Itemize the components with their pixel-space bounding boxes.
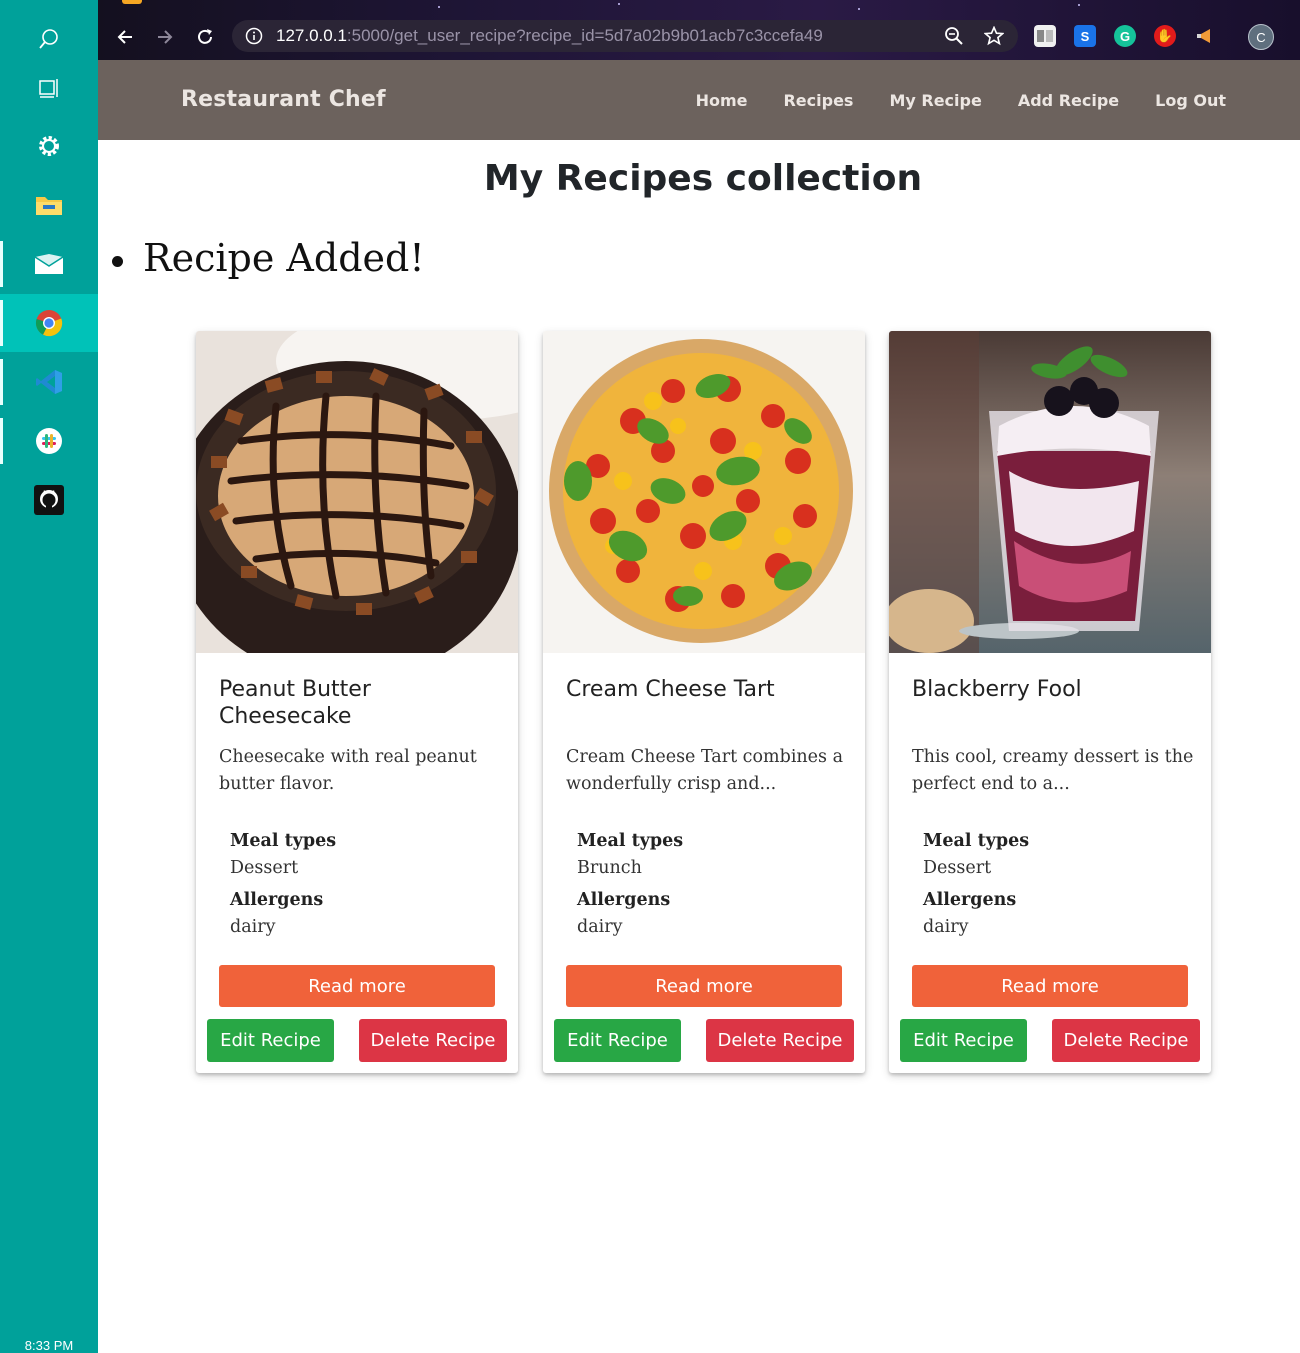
browser-toolbar: 127.0.0.1:5000/get_user_recipe?recipe_id… (98, 14, 1300, 60)
running-indicator (0, 359, 3, 405)
megaphone-icon[interactable] (1194, 25, 1216, 47)
flash-message-text: Recipe Added! (143, 236, 425, 280)
running-indicator (0, 241, 3, 287)
meal-type-value: Dessert (923, 858, 992, 878)
slack-icon[interactable] (0, 412, 98, 470)
reading-list-icon[interactable] (1034, 25, 1056, 47)
recipe-description: Cream Cheese Tart combines a wonderfully… (566, 747, 844, 794)
zoom-icon[interactable] (944, 26, 964, 46)
recipe-description: Cheesecake with real peanut butter flavo… (219, 747, 477, 794)
recipe-description: This cool, creamy dessert is the perfect… (912, 747, 1194, 794)
bullet-dot (112, 255, 123, 267)
running-indicator (0, 300, 3, 346)
meal-type-value: Dessert (230, 858, 299, 878)
nav-links: Home Recipes My Recipe Add Recipe Log Ou… (660, 91, 1226, 110)
site-info-icon[interactable] (244, 26, 264, 46)
meal-types-label: Meal types (230, 831, 337, 851)
meal-type-value: Brunch (577, 858, 642, 878)
os-taskbar: 8:33 PM (0, 0, 98, 1353)
settings-gear-icon[interactable] (0, 117, 98, 175)
nav-home[interactable]: Home (696, 91, 748, 110)
allergens-value: dairy (230, 917, 276, 937)
profile-avatar[interactable]: C (1248, 24, 1274, 50)
meal-types-label: Meal types (577, 831, 684, 851)
url-path: :5000/get_user_recipe?recipe_id=5d7a02b9… (346, 26, 823, 45)
read-more-button[interactable]: Read more (566, 965, 842, 1007)
tab-strip (98, 0, 1300, 14)
system-clock: 8:33 PM (24, 1338, 74, 1353)
allergens-value: dairy (577, 917, 623, 937)
forward-arrow-icon[interactable] (150, 22, 180, 52)
recipe-card: Blackberry Fool This cool, creamy desser… (889, 331, 1211, 1073)
recipe-title: Blackberry Fool (912, 677, 1082, 702)
read-more-button[interactable]: Read more (219, 965, 495, 1007)
allergens-label: Allergens (923, 890, 1017, 910)
meal-types-label: Meal types (923, 831, 1030, 851)
brand-logo[interactable]: Restaurant Chef (181, 87, 386, 112)
delete-recipe-button[interactable]: Delete Recipe (1052, 1019, 1200, 1062)
blackberry-fool-photo (889, 331, 1211, 653)
delete-recipe-button[interactable]: Delete Recipe (359, 1019, 507, 1062)
nav-my-recipe[interactable]: My Recipe (889, 91, 981, 110)
site-navbar: Restaurant Chef Home Recipes My Recipe A… (98, 60, 1300, 140)
tab-favicon[interactable] (122, 0, 142, 4)
task-view-icon[interactable] (0, 59, 98, 117)
address-bar[interactable]: 127.0.0.1:5000/get_user_recipe?recipe_id… (232, 20, 1018, 52)
allergens-label: Allergens (230, 890, 324, 910)
flash-message: Recipe Added! (112, 236, 425, 280)
nav-recipes[interactable]: Recipes (783, 91, 853, 110)
adblock-hand-icon[interactable]: ✋ (1154, 25, 1176, 47)
back-arrow-icon[interactable] (110, 22, 140, 52)
recipe-card: Cream Cheese Tart Cream Cheese Tart comb… (543, 331, 865, 1073)
vscode-icon[interactable] (0, 353, 98, 411)
extension-s-icon[interactable]: S (1074, 25, 1096, 47)
bookmark-star-icon[interactable] (984, 26, 1004, 46)
tomato-tart-photo (543, 331, 865, 653)
recipe-card: Peanut Butter Cheesecake Cheesecake with… (196, 331, 518, 1073)
running-indicator (0, 418, 3, 464)
recipe-title: Peanut Butter Cheesecake (219, 677, 371, 729)
edit-recipe-button[interactable]: Edit Recipe (554, 1019, 681, 1062)
mail-icon[interactable] (0, 235, 98, 293)
edit-recipe-button[interactable]: Edit Recipe (207, 1019, 334, 1062)
reload-icon[interactable] (190, 22, 220, 52)
url-text: 127.0.0.1:5000/get_user_recipe?recipe_id… (276, 26, 823, 46)
grammarly-icon[interactable]: G (1114, 25, 1136, 47)
read-more-button[interactable]: Read more (912, 965, 1188, 1007)
edit-recipe-button[interactable]: Edit Recipe (900, 1019, 1027, 1062)
browser-chrome: 127.0.0.1:5000/get_user_recipe?recipe_id… (98, 0, 1300, 60)
page-title: My Recipes collection (483, 158, 923, 199)
file-explorer-icon[interactable] (0, 176, 98, 234)
allergens-value: dairy (923, 917, 969, 937)
allergens-label: Allergens (577, 890, 671, 910)
chrome-icon[interactable] (0, 294, 98, 352)
recipe-title: Cream Cheese Tart (566, 677, 775, 702)
nav-log-out[interactable]: Log Out (1155, 91, 1226, 110)
delete-recipe-button[interactable]: Delete Recipe (706, 1019, 854, 1062)
url-host: 127.0.0.1 (276, 26, 347, 45)
github-icon[interactable] (0, 471, 98, 529)
cheesecake-photo (196, 331, 518, 653)
nav-add-recipe[interactable]: Add Recipe (1018, 91, 1119, 110)
